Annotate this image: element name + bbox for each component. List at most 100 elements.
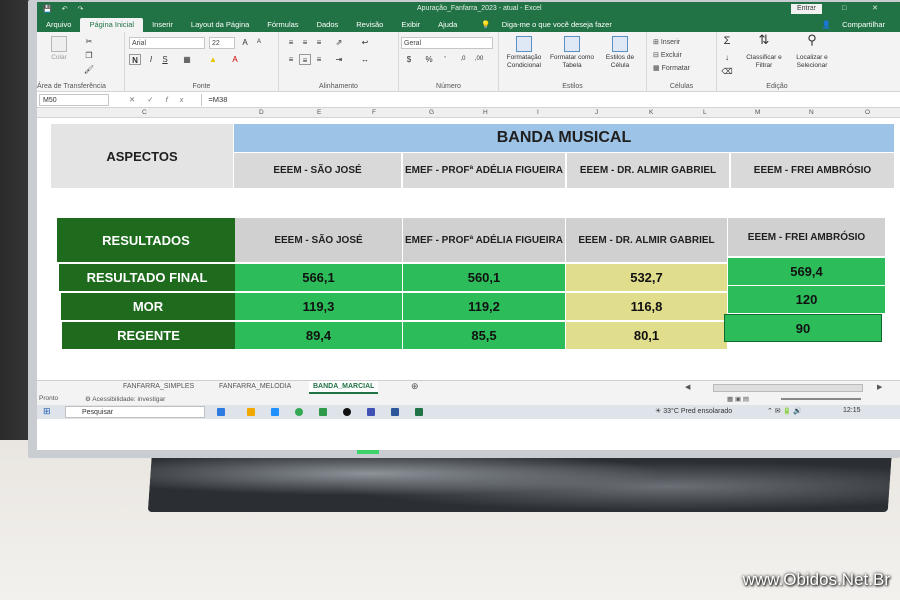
insert-cells-button[interactable]: ⊞ Inserir (653, 36, 690, 49)
value-cell[interactable]: 119,2 (403, 293, 565, 320)
conditional-formatting-button[interactable]: Formatação Condicional (501, 36, 547, 70)
bold-icon[interactable]: N (129, 54, 141, 65)
file-explorer-icon[interactable] (247, 408, 255, 416)
value-cell[interactable]: 569,4 (728, 258, 885, 285)
format-as-table-button[interactable]: Formatar como Tabela (549, 36, 595, 70)
windows-start-icon[interactable]: ⊞ (43, 406, 51, 417)
align-middle-icon[interactable]: ≡ (299, 37, 311, 48)
font-color-icon[interactable]: A (229, 54, 241, 65)
align-center-icon[interactable]: ≡ (299, 54, 311, 65)
tab-arquivo[interactable]: Arquivo (37, 18, 80, 32)
value-cell[interactable]: 566,1 (235, 264, 402, 291)
tell-me-box[interactable]: 💡 Diga-me o que você deseja fazer (472, 18, 630, 32)
tab-dados[interactable]: Dados (308, 18, 348, 32)
fill-icon[interactable]: ↓ (721, 52, 733, 63)
banda-musical-header[interactable]: BANDA MUSICAL (234, 124, 894, 152)
decrease-decimal-icon[interactable]: ,00 (473, 54, 485, 65)
shrink-font-icon[interactable]: A (253, 37, 265, 48)
value-cell[interactable]: 85,5 (403, 322, 565, 349)
sheet-tab-fanfarra-melodia[interactable]: FANFARRA_MELODIA (219, 383, 291, 390)
t1-school-2[interactable]: EMEF - PROFª ADÉLIA FIGUEIRA (403, 153, 565, 188)
view-buttons[interactable]: ▦ ▣ ▤ (727, 395, 749, 403)
window-controls[interactable]: — □ ✕ (809, 4, 890, 12)
excel-taskbar-icon[interactable] (415, 408, 423, 416)
t2-school-1[interactable]: EEEM - SÃO JOSÉ (235, 218, 402, 262)
col-d[interactable]: D (259, 109, 264, 116)
formula-icons[interactable]: ✕✓fx (129, 95, 195, 104)
cell-styles-button[interactable]: Estilos de Célula (597, 36, 643, 70)
undo-icon[interactable]: ↶ (62, 5, 68, 13)
value-cell[interactable]: 80,1 (566, 322, 727, 349)
align-right-icon[interactable]: ≡ (313, 54, 325, 65)
resultados-header[interactable]: RESULTADOS (57, 218, 235, 262)
save-icon[interactable]: 💾 (43, 5, 52, 13)
grow-font-icon[interactable]: A (239, 37, 251, 48)
t1-school-4[interactable]: EEEM - FREI AMBRÓSIO (731, 153, 894, 188)
col-h[interactable]: H (483, 109, 488, 116)
delete-cells-button[interactable]: ⊟ Excluir (653, 49, 690, 62)
value-cell[interactable]: 532,7 (566, 264, 727, 291)
t2-school-2[interactable]: EMEF - PROFª ADÉLIA FIGUEIRA (403, 218, 565, 262)
col-m[interactable]: M (755, 109, 760, 116)
edge-icon[interactable] (271, 408, 279, 416)
format-painter-icon[interactable]: 🖌 (83, 64, 95, 75)
t2-school-3[interactable]: EEEM - DR. ALMIR GABRIEL (566, 218, 727, 262)
value-cell[interactable]: 119,3 (235, 293, 402, 320)
t1-school-1[interactable]: EEEM - SÃO JOSÉ (234, 153, 401, 188)
orientation-icon[interactable]: ⇗ (333, 37, 345, 48)
number-format-select[interactable]: Geral (401, 37, 493, 49)
wrap-text-icon[interactable]: ↩ (359, 37, 371, 48)
accessibility-status[interactable]: ⚙ Acessibilidade: investigar (85, 395, 165, 403)
sheet-tab-fanfarra-simples[interactable]: FANFARRA_SIMPLES (123, 383, 194, 390)
percent-icon[interactable]: % (423, 54, 435, 65)
format-cells-button[interactable]: ▦ Formatar (653, 62, 690, 75)
row-label-mor[interactable]: MOR (61, 293, 235, 320)
row-label-regente[interactable]: REGENTE (62, 322, 235, 349)
worksheet-grid[interactable]: ASPECTOS BANDA MUSICAL EEEM - SÃO JOSÉ E… (37, 118, 900, 380)
tray-icons[interactable]: ⌃ ✉ 🔋 🔊 (767, 407, 802, 415)
underline-icon[interactable]: S (159, 54, 171, 65)
currency-icon[interactable]: $ (403, 54, 415, 65)
word-icon[interactable] (391, 408, 399, 416)
italic-icon[interactable]: I (145, 54, 157, 65)
tab-exibir[interactable]: Exibir (392, 18, 429, 32)
col-k[interactable]: K (649, 109, 653, 116)
t1-school-3[interactable]: EEEM - DR. ALMIR GABRIEL (567, 153, 729, 188)
add-sheet-icon[interactable]: ⊕ (411, 381, 419, 392)
col-c[interactable]: C (142, 109, 147, 116)
col-j[interactable]: J (595, 109, 598, 116)
sheet-tab-banda-marcial[interactable]: BANDA_MARCIAL (309, 381, 379, 394)
sort-filter-button[interactable]: ⇅ Classificar e Filtrar (741, 33, 787, 70)
scroll-left-icon[interactable]: ◀ (685, 383, 690, 391)
comma-icon[interactable]: ’ (439, 54, 451, 65)
value-cell[interactable]: 89,4 (235, 322, 402, 349)
row-label-resultado-final[interactable]: RESULTADO FINAL (59, 264, 235, 291)
tab-layout[interactable]: Layout da Página (182, 18, 258, 32)
align-bottom-icon[interactable]: ≡ (313, 37, 325, 48)
taskbar-search[interactable]: Pesquisar (65, 406, 205, 418)
zoom-slider[interactable] (781, 398, 861, 400)
font-size-select[interactable]: 22 (209, 37, 235, 49)
tab-pagina-inicial[interactable]: Página Inicial (80, 18, 144, 32)
task-view-icon[interactable] (217, 408, 225, 416)
value-cell[interactable]: 120 (728, 286, 885, 313)
align-left-icon[interactable]: ≡ (285, 54, 297, 65)
app-icon[interactable] (367, 408, 375, 416)
font-name-select[interactable]: Arial (129, 37, 205, 49)
weather-widget[interactable]: ☀ 33°C Pred ensolarado (655, 407, 732, 415)
fill-color-icon[interactable]: ▲ (207, 54, 219, 65)
increase-decimal-icon[interactable]: ,0 (457, 54, 469, 65)
scroll-right-icon[interactable]: ▶ (877, 383, 882, 391)
share-button[interactable]: 👤 Compartilhar (813, 18, 900, 32)
redo-icon[interactable]: ↷ (78, 5, 84, 13)
tab-formulas[interactable]: Fórmulas (258, 18, 307, 32)
selected-value-cell[interactable]: 90 (724, 314, 882, 342)
chrome-icon[interactable] (295, 408, 303, 416)
col-g[interactable]: G (429, 109, 434, 116)
col-e[interactable]: E (317, 109, 321, 116)
col-f[interactable]: F (372, 109, 376, 116)
clear-icon[interactable]: ⌫ (721, 66, 733, 77)
col-l[interactable]: L (703, 109, 707, 116)
tab-revisao[interactable]: Revisão (347, 18, 392, 32)
merge-center-icon[interactable]: ↔ (359, 54, 371, 65)
